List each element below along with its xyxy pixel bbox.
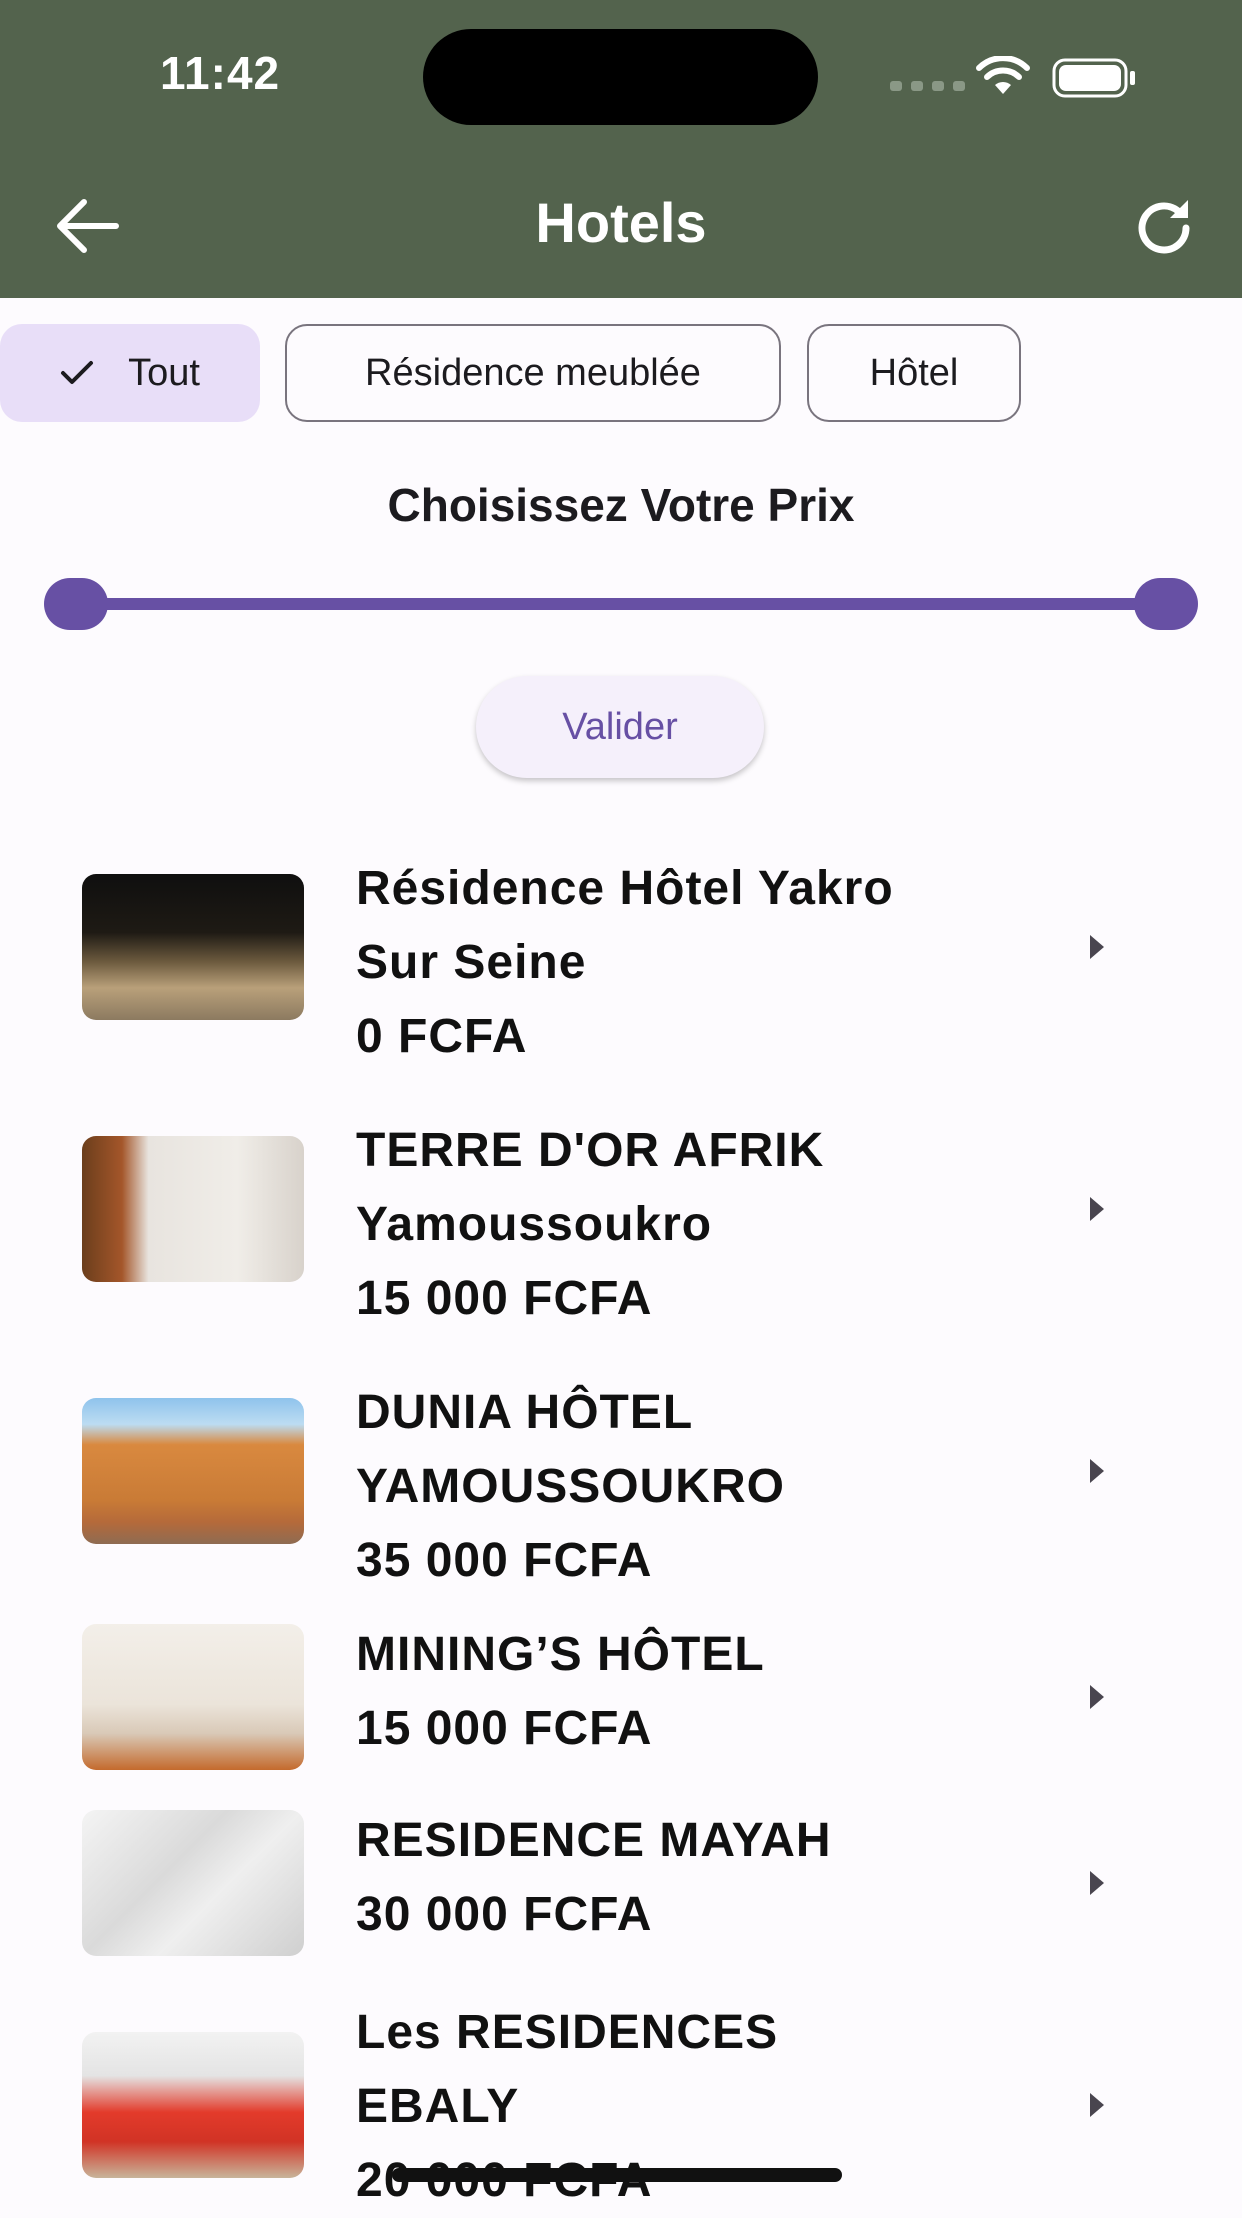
filter-chip-residence-meublee[interactable]: Résidence meublée (285, 324, 781, 422)
chevron-right-icon (1090, 1197, 1104, 1221)
hotel-thumbnail (82, 2032, 304, 2178)
hotel-name-line: Les RESIDENCES (356, 2006, 779, 2059)
hotel-name-line: DUNIA HÔTEL (356, 1386, 694, 1439)
hotel-thumbnail (82, 1398, 304, 1544)
chevron-right-icon (1090, 1871, 1104, 1895)
battery-icon (1052, 58, 1135, 98)
filter-chip-tout[interactable]: Tout (0, 324, 260, 422)
hotel-thumbnail (82, 1624, 304, 1770)
hotel-name-line: Résidence Hôtel Yakro (356, 862, 894, 915)
chip-label: Tout (128, 351, 200, 394)
validate-button[interactable]: Valider (476, 676, 764, 778)
hotel-name-line: TERRE D'OR AFRIK (356, 1124, 825, 1177)
hotel-thumbnail (82, 1136, 304, 1282)
cellular-signal-icon (890, 81, 965, 91)
hotel-list-item[interactable]: TERRE D'OR AFRIK Yamoussoukro 15 000 FCF… (0, 1114, 1242, 1334)
filter-chip-hotel[interactable]: Hôtel (807, 324, 1021, 422)
hotel-list-item[interactable]: MINING’S HÔTEL 15 000 FCFA (0, 1624, 1242, 1770)
hotel-thumbnail (82, 1810, 304, 1956)
hotel-price: 30 000 FCFA (356, 1888, 653, 1941)
chevron-right-icon (1090, 935, 1104, 959)
price-filter-title: Choisissez Votre Prix (387, 479, 855, 531)
wifi-icon (976, 56, 1030, 94)
hotel-price: 15 000 FCFA (356, 1272, 653, 1325)
chevron-right-icon (1090, 2093, 1104, 2117)
check-icon (61, 361, 94, 384)
page-title: Hotels (535, 191, 707, 254)
hotel-name-line: EBALY (356, 2080, 520, 2133)
hotel-name-line: RESIDENCE MAYAH (356, 1814, 832, 1867)
hotel-list-item[interactable]: Résidence Hôtel Yakro Sur Seine 0 FCFA (0, 852, 1242, 1072)
hotel-price: 15 000 FCFA (356, 1702, 653, 1755)
hotel-list-item[interactable]: DUNIA HÔTEL YAMOUSSOUKRO 35 000 FCFA (0, 1376, 1242, 1596)
hotel-name-line: Yamoussoukro (356, 1198, 713, 1251)
hotel-price: 0 FCFA (356, 1010, 528, 1063)
hotel-name-line: MINING’S HÔTEL (356, 1628, 765, 1681)
price-range-start-handle[interactable] (44, 578, 108, 630)
chip-label: Hôtel (869, 351, 959, 394)
status-time: 11:42 (160, 47, 281, 99)
hotel-thumbnail (82, 874, 304, 1020)
chevron-right-icon (1090, 1685, 1104, 1709)
home-indicator[interactable] (392, 2168, 842, 2182)
app-bar: 11:42 Hotels (0, 0, 1242, 298)
dynamic-island (423, 29, 818, 125)
price-range-end-handle[interactable] (1134, 578, 1198, 630)
hotel-name-line: YAMOUSSOUKRO (356, 1460, 785, 1513)
hotel-list-item[interactable]: RESIDENCE MAYAH 30 000 FCFA (0, 1810, 1242, 1956)
hotel-name-line: Sur Seine (356, 936, 587, 989)
hotel-price: 35 000 FCFA (356, 1534, 653, 1587)
chip-label: Résidence meublée (365, 351, 701, 394)
price-range-track[interactable] (75, 598, 1165, 610)
chevron-right-icon (1090, 1459, 1104, 1483)
refresh-icon[interactable] (1128, 192, 1200, 264)
